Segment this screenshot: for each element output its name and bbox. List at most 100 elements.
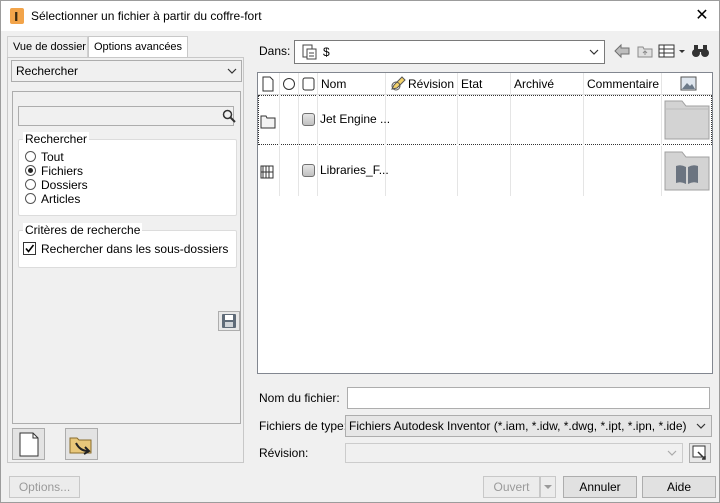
blank-document-icon	[19, 432, 39, 457]
search-scope-title: Rechercher	[23, 132, 90, 146]
vault-root-icon	[302, 44, 317, 60]
col-revision-label: Révision	[408, 77, 455, 91]
help-button[interactable]: Aide	[642, 476, 716, 498]
save-search-button[interactable]	[218, 311, 240, 331]
row-name: Libraries_F...	[320, 163, 389, 177]
filename-input[interactable]	[347, 387, 710, 409]
subfolders-checkbox[interactable]	[23, 242, 36, 255]
col-archived[interactable]: Archivé	[511, 73, 584, 95]
radio-items[interactable]: Articles	[25, 192, 80, 206]
col-state-icon[interactable]	[299, 73, 318, 95]
file-list-grid[interactable]: Nom Révision Etat Archivé Commentaire Je…	[257, 72, 713, 374]
row-comment-cell	[584, 146, 662, 196]
image-icon	[680, 76, 697, 91]
search-icon[interactable]	[222, 109, 236, 126]
window-title: Sélectionner un fichier à partir du coff…	[31, 9, 262, 23]
radio-button[interactable]	[25, 151, 36, 162]
chevron-down-icon	[589, 45, 599, 62]
subfolders-label: Rechercher dans les sous-dossiers	[41, 242, 229, 256]
cancel-button[interactable]: Annuler	[563, 476, 637, 498]
chevron-down-icon	[227, 61, 237, 88]
filename-label: Nom du fichier:	[259, 391, 340, 405]
revision-label: Révision:	[259, 446, 309, 460]
select-revision-icon	[692, 445, 706, 460]
close-icon[interactable]: ✕	[691, 6, 713, 26]
svg-text:I: I	[14, 10, 18, 24]
col-revision[interactable]: Révision	[386, 73, 458, 95]
col-name[interactable]: Nom	[318, 73, 386, 95]
col-state[interactable]: Etat	[458, 73, 511, 95]
col-status-icon[interactable]	[280, 73, 299, 95]
library-folder-icon	[260, 165, 274, 179]
row-revision-cell	[386, 146, 458, 196]
radio-label-files: Fichiers	[41, 164, 84, 178]
mode-select[interactable]: Rechercher	[11, 60, 242, 82]
location-select[interactable]: $	[294, 40, 605, 64]
vault-file-dialog: I Sélectionner un fichier à partir du co…	[0, 0, 720, 503]
row-type-cell	[258, 146, 280, 196]
row-status-cell	[280, 95, 299, 145]
radio-folders[interactable]: Dossiers	[25, 178, 88, 192]
chevron-down-icon	[667, 444, 677, 468]
radio-button[interactable]	[25, 179, 36, 190]
col-comment[interactable]: Commentaire	[584, 73, 662, 95]
search-input[interactable]	[18, 106, 236, 126]
location-value: $	[323, 45, 330, 59]
row-thumbnail-cell	[662, 95, 712, 145]
grid-header: Nom Révision Etat Archivé Commentaire	[258, 73, 712, 95]
folder-icon	[260, 115, 276, 129]
row-thumbnail-cell	[662, 146, 712, 196]
col-type-icon[interactable]	[258, 73, 280, 95]
revision-pencil-icon	[391, 76, 406, 91]
open-folder-button[interactable]	[65, 428, 98, 460]
open-button[interactable]: Ouvert	[483, 476, 540, 498]
up-folder-icon[interactable]	[636, 42, 654, 60]
options-button[interactable]: Options...	[9, 476, 80, 498]
revision-select[interactable]	[345, 443, 683, 463]
search-criteria-title: Critères de recherche	[23, 223, 143, 237]
chevron-down-icon	[544, 485, 552, 489]
radio-files[interactable]: Fichiers	[25, 164, 83, 178]
title-bar: I Sélectionner un fichier à partir du co…	[1, 1, 719, 31]
folder-arrow-icon	[69, 437, 92, 455]
revision-browse-button[interactable]	[689, 443, 711, 463]
tab-folder-view[interactable]: Vue de dossier	[7, 36, 88, 58]
new-file-button[interactable]	[12, 428, 45, 460]
filetype-select[interactable]: Fichiers Autodesk Inventor (*.iam, *.idw…	[345, 415, 712, 437]
state-indicator-icon	[302, 113, 315, 126]
view-menu-icon[interactable]	[658, 42, 688, 60]
library-thumbnail-icon	[664, 151, 710, 191]
subfolders-checkbox-row[interactable]: Rechercher dans les sous-dossiers	[23, 242, 228, 256]
filetype-label: Fichiers de type:	[259, 419, 348, 433]
radio-label-folders: Dossiers	[41, 178, 88, 192]
find-binoculars-icon[interactable]	[691, 42, 711, 60]
search-scope-group: Rechercher Tout Fichiers Dossiers Articl…	[18, 132, 237, 216]
location-label: Dans:	[259, 44, 291, 58]
table-row[interactable]: Jet Engine ...	[258, 95, 712, 145]
row-name: Jet Engine ...	[320, 112, 391, 126]
row-comment-cell	[584, 95, 662, 145]
row-archived-cell	[511, 95, 584, 145]
radio-all[interactable]: Tout	[25, 150, 64, 164]
inventor-app-icon: I	[10, 8, 24, 24]
row-archived-cell	[511, 146, 584, 196]
advanced-options-panel: Rechercher Rechercher Tout Fichiers Doss…	[7, 57, 244, 463]
search-options-box: Rechercher Tout Fichiers Dossiers Articl…	[12, 91, 241, 424]
row-revision-cell	[386, 95, 458, 145]
mode-select-value: Rechercher	[16, 64, 79, 78]
folder-thumbnail-icon	[664, 100, 710, 140]
state-indicator-icon	[302, 164, 315, 177]
radio-label-all: Tout	[41, 150, 64, 164]
row-status-cell	[280, 146, 299, 196]
row-state-text-cell	[458, 146, 511, 196]
radio-button[interactable]	[25, 193, 36, 204]
chevron-down-icon	[696, 416, 706, 436]
back-icon[interactable]	[613, 42, 631, 60]
radio-button-checked[interactable]	[25, 165, 36, 176]
bottom-button-bar: Options... Ouvert Annuler Aide	[1, 470, 719, 503]
open-dropdown-button[interactable]	[540, 476, 556, 498]
radio-label-items: Articles	[41, 192, 81, 206]
col-thumbnail[interactable]	[662, 73, 712, 95]
tab-advanced-options[interactable]: Options avancées	[88, 36, 188, 59]
table-row[interactable]: Libraries_F...	[258, 146, 712, 196]
